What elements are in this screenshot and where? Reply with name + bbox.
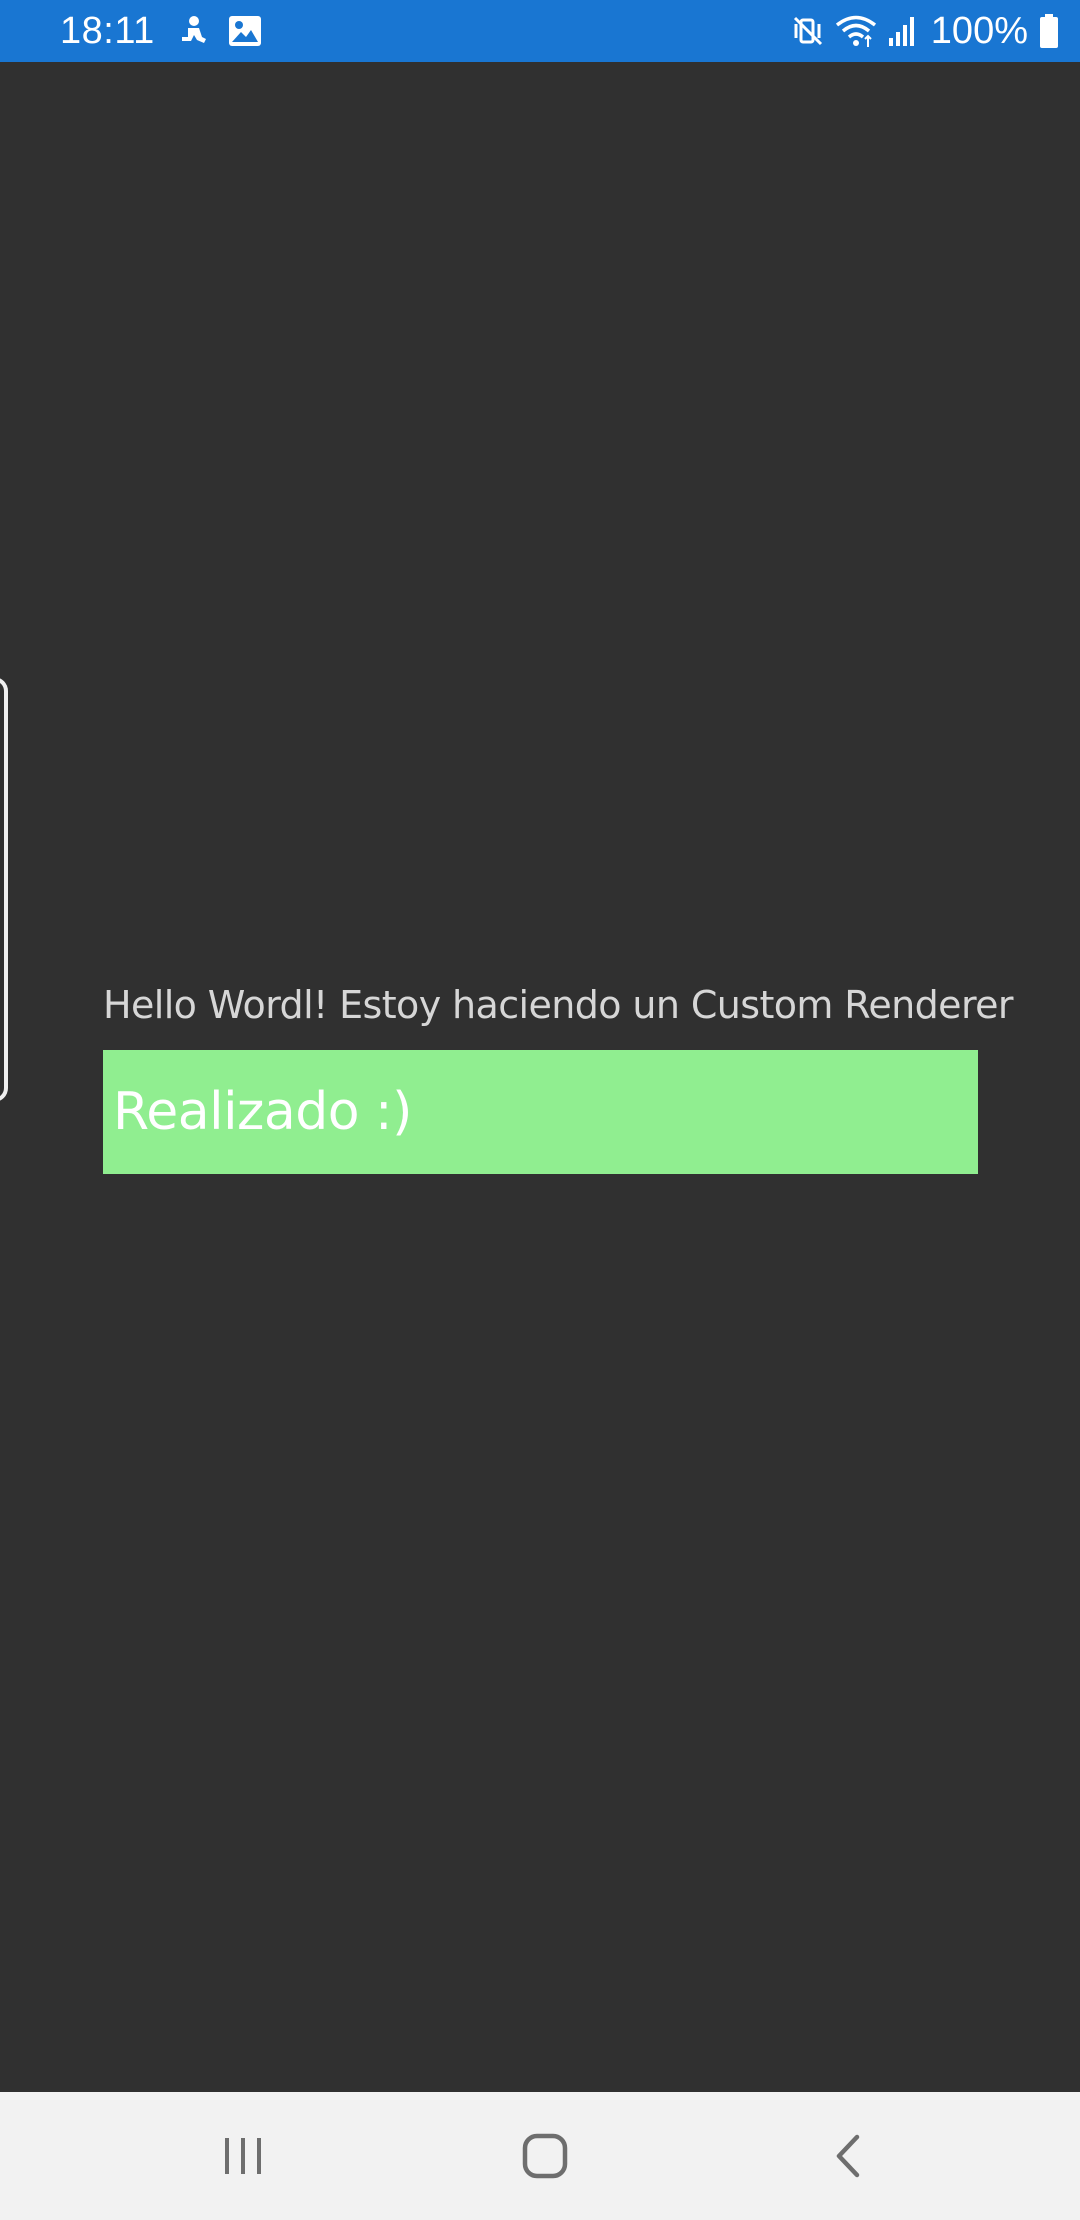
wifi-icon [835,14,877,48]
back-icon [833,2133,863,2179]
image-notification-icon [228,15,262,47]
battery-percent: 100% [930,10,1028,52]
hello-label: Hello Wordl! Estoy haciendo un Custom Re… [103,983,1014,1027]
home-icon [522,2133,568,2179]
recents-icon [221,2136,265,2176]
cell-signal-icon [887,14,917,48]
home-button[interactable] [505,2116,585,2196]
app-content: Hello Wordl! Estoy haciendo un Custom Re… [0,62,1080,2092]
user-activity-icon [178,15,208,47]
status-bar: 18:11 100% [0,0,1080,62]
status-right-cluster: 100% [791,8,1060,54]
realizado-button[interactable]: Realizado :) [103,1050,978,1174]
mute-vibrate-icon [791,14,825,48]
back-button[interactable] [808,2116,888,2196]
recents-button[interactable] [203,2116,283,2196]
battery-icon [1038,13,1060,49]
status-time: 18:11 [60,10,155,52]
navigation-bar [0,2092,1080,2220]
edge-panel-handle[interactable] [0,677,8,1102]
notification-icons [178,12,262,50]
